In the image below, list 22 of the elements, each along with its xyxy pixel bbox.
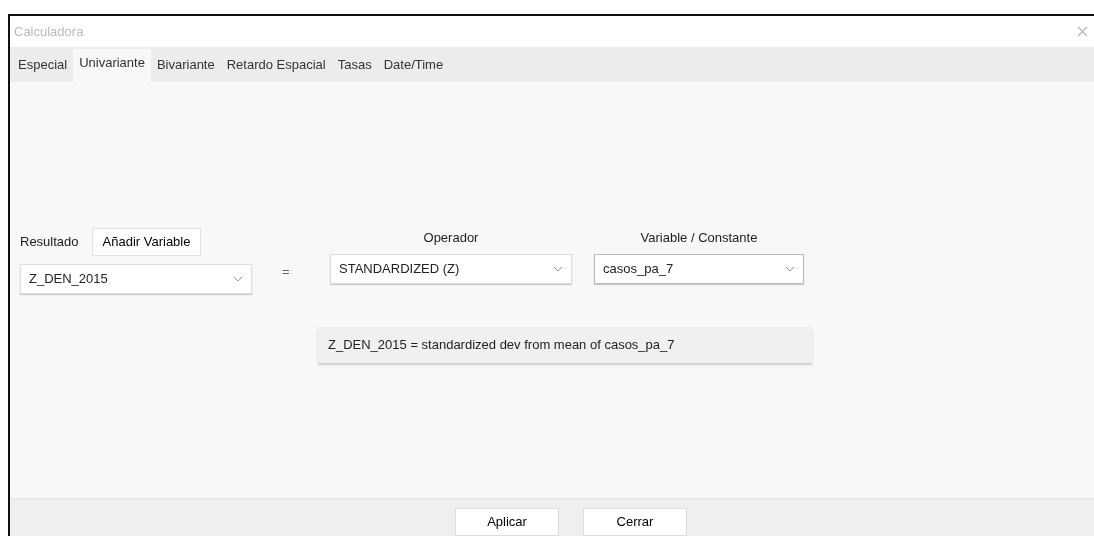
result-label: Resultado <box>20 233 79 251</box>
result-dropdown[interactable]: Z_DEN_2015 <box>20 263 252 294</box>
tab[interactable]: Date/Time <box>377 48 450 82</box>
expression-text: Z_DEN_2015 = standardized dev from mean of casos_pa_7 <box>318 327 812 363</box>
tab[interactable]: Especial <box>12 48 74 82</box>
chevron-icon <box>553 266 563 272</box>
tab[interactable]: Bivariante <box>150 48 221 82</box>
tab[interactable]: Univariante <box>73 48 151 82</box>
apply-button[interactable]: Aplicar <box>455 508 559 536</box>
equals-sign: = <box>282 263 290 281</box>
operator-dropdown[interactable]: STANDARDIZED (Z) <box>330 254 572 284</box>
close-button[interactable]: Cerrar <box>583 508 687 536</box>
add-variable-button[interactable]: Añadir Variable <box>91 228 202 256</box>
window-title: Calculadora <box>14 22 84 41</box>
close-icon[interactable] <box>1077 26 1088 37</box>
tab[interactable]: Tasas <box>331 48 378 82</box>
chevron-icon <box>233 275 243 282</box>
tab[interactable]: Retardo Espacial <box>220 48 332 82</box>
variable-dropdown[interactable]: casos_pa_7 <box>594 254 804 284</box>
operator-label: Operador <box>423 229 479 247</box>
variable-label: Variable / Constante <box>640 229 758 247</box>
chevron-icon <box>785 266 795 272</box>
